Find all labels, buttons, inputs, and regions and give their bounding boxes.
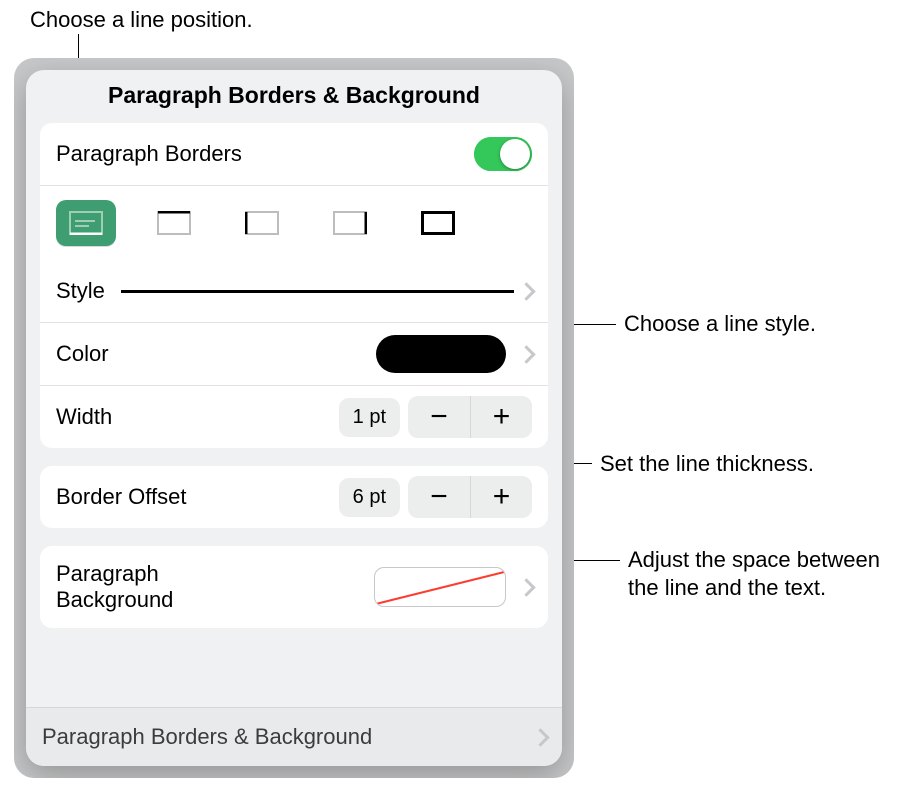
line-style-preview — [121, 290, 514, 293]
color-label: Color — [56, 341, 109, 367]
paragraph-background-row[interactable]: Paragraph Background — [40, 546, 548, 628]
toggle-knob — [500, 139, 530, 169]
popover-shadow: Paragraph Borders & Background Paragraph… — [14, 58, 574, 778]
border-offset-row: Border Offset 6 pt − + — [40, 466, 548, 528]
line-position-outline[interactable] — [408, 200, 468, 246]
paragraph-borders-group: Paragraph Borders — [40, 123, 548, 448]
chevron-right-icon — [520, 344, 532, 364]
popover-title: Paragraph Borders & Background — [26, 70, 562, 123]
style-row[interactable]: Style — [40, 260, 548, 322]
offset-increment[interactable]: + — [470, 476, 532, 518]
borders-background-source-row[interactable]: Paragraph Borders & Background — [26, 707, 562, 766]
color-well[interactable] — [376, 335, 506, 373]
paragraph-borders-toggle-row: Paragraph Borders — [40, 123, 548, 185]
source-row-label: Paragraph Borders & Background — [42, 724, 534, 750]
callout-line-position: Choose a line position. — [30, 6, 253, 34]
border-right-icon — [333, 211, 367, 235]
chevron-right-icon — [520, 281, 532, 301]
chevron-right-icon — [520, 577, 532, 597]
line-position-segmented — [40, 185, 548, 260]
border-offset-label: Border Offset — [56, 484, 186, 510]
border-top-icon — [157, 211, 191, 235]
callout-line-style: Choose a line style. — [624, 310, 816, 338]
border-left-icon — [245, 211, 279, 235]
width-increment[interactable]: + — [470, 396, 532, 438]
background-color-well[interactable] — [374, 567, 506, 607]
paragraph-background-group: Paragraph Background — [40, 546, 548, 628]
border-bottom-icon — [69, 211, 103, 235]
border-outline-icon — [421, 211, 455, 235]
border-offset-stepper: − + — [408, 476, 532, 518]
paragraph-borders-label: Paragraph Borders — [56, 141, 242, 167]
callout-border-offset: Adjust the space between the line and th… — [628, 546, 908, 601]
line-position-bottom[interactable] — [56, 200, 116, 246]
paragraph-borders-toggle[interactable] — [474, 137, 532, 171]
line-position-right[interactable] — [320, 200, 380, 246]
width-label: Width — [56, 404, 112, 430]
width-row: Width 1 pt − + — [40, 385, 548, 448]
width-value: 1 pt — [339, 398, 400, 437]
line-position-top[interactable] — [144, 200, 204, 246]
paragraph-background-label: Paragraph Background — [56, 561, 173, 614]
color-row[interactable]: Color — [40, 322, 548, 385]
offset-decrement[interactable]: − — [408, 476, 470, 518]
line-position-left[interactable] — [232, 200, 292, 246]
border-offset-group: Border Offset 6 pt − + — [40, 466, 548, 528]
width-stepper: − + — [408, 396, 532, 438]
callout-line-width: Set the line thickness. — [600, 450, 814, 478]
chevron-right-icon — [534, 727, 546, 747]
border-offset-value: 6 pt — [339, 478, 400, 517]
style-label: Style — [56, 278, 105, 304]
width-decrement[interactable]: − — [408, 396, 470, 438]
borders-background-popover: Paragraph Borders & Background Paragraph… — [26, 70, 562, 766]
